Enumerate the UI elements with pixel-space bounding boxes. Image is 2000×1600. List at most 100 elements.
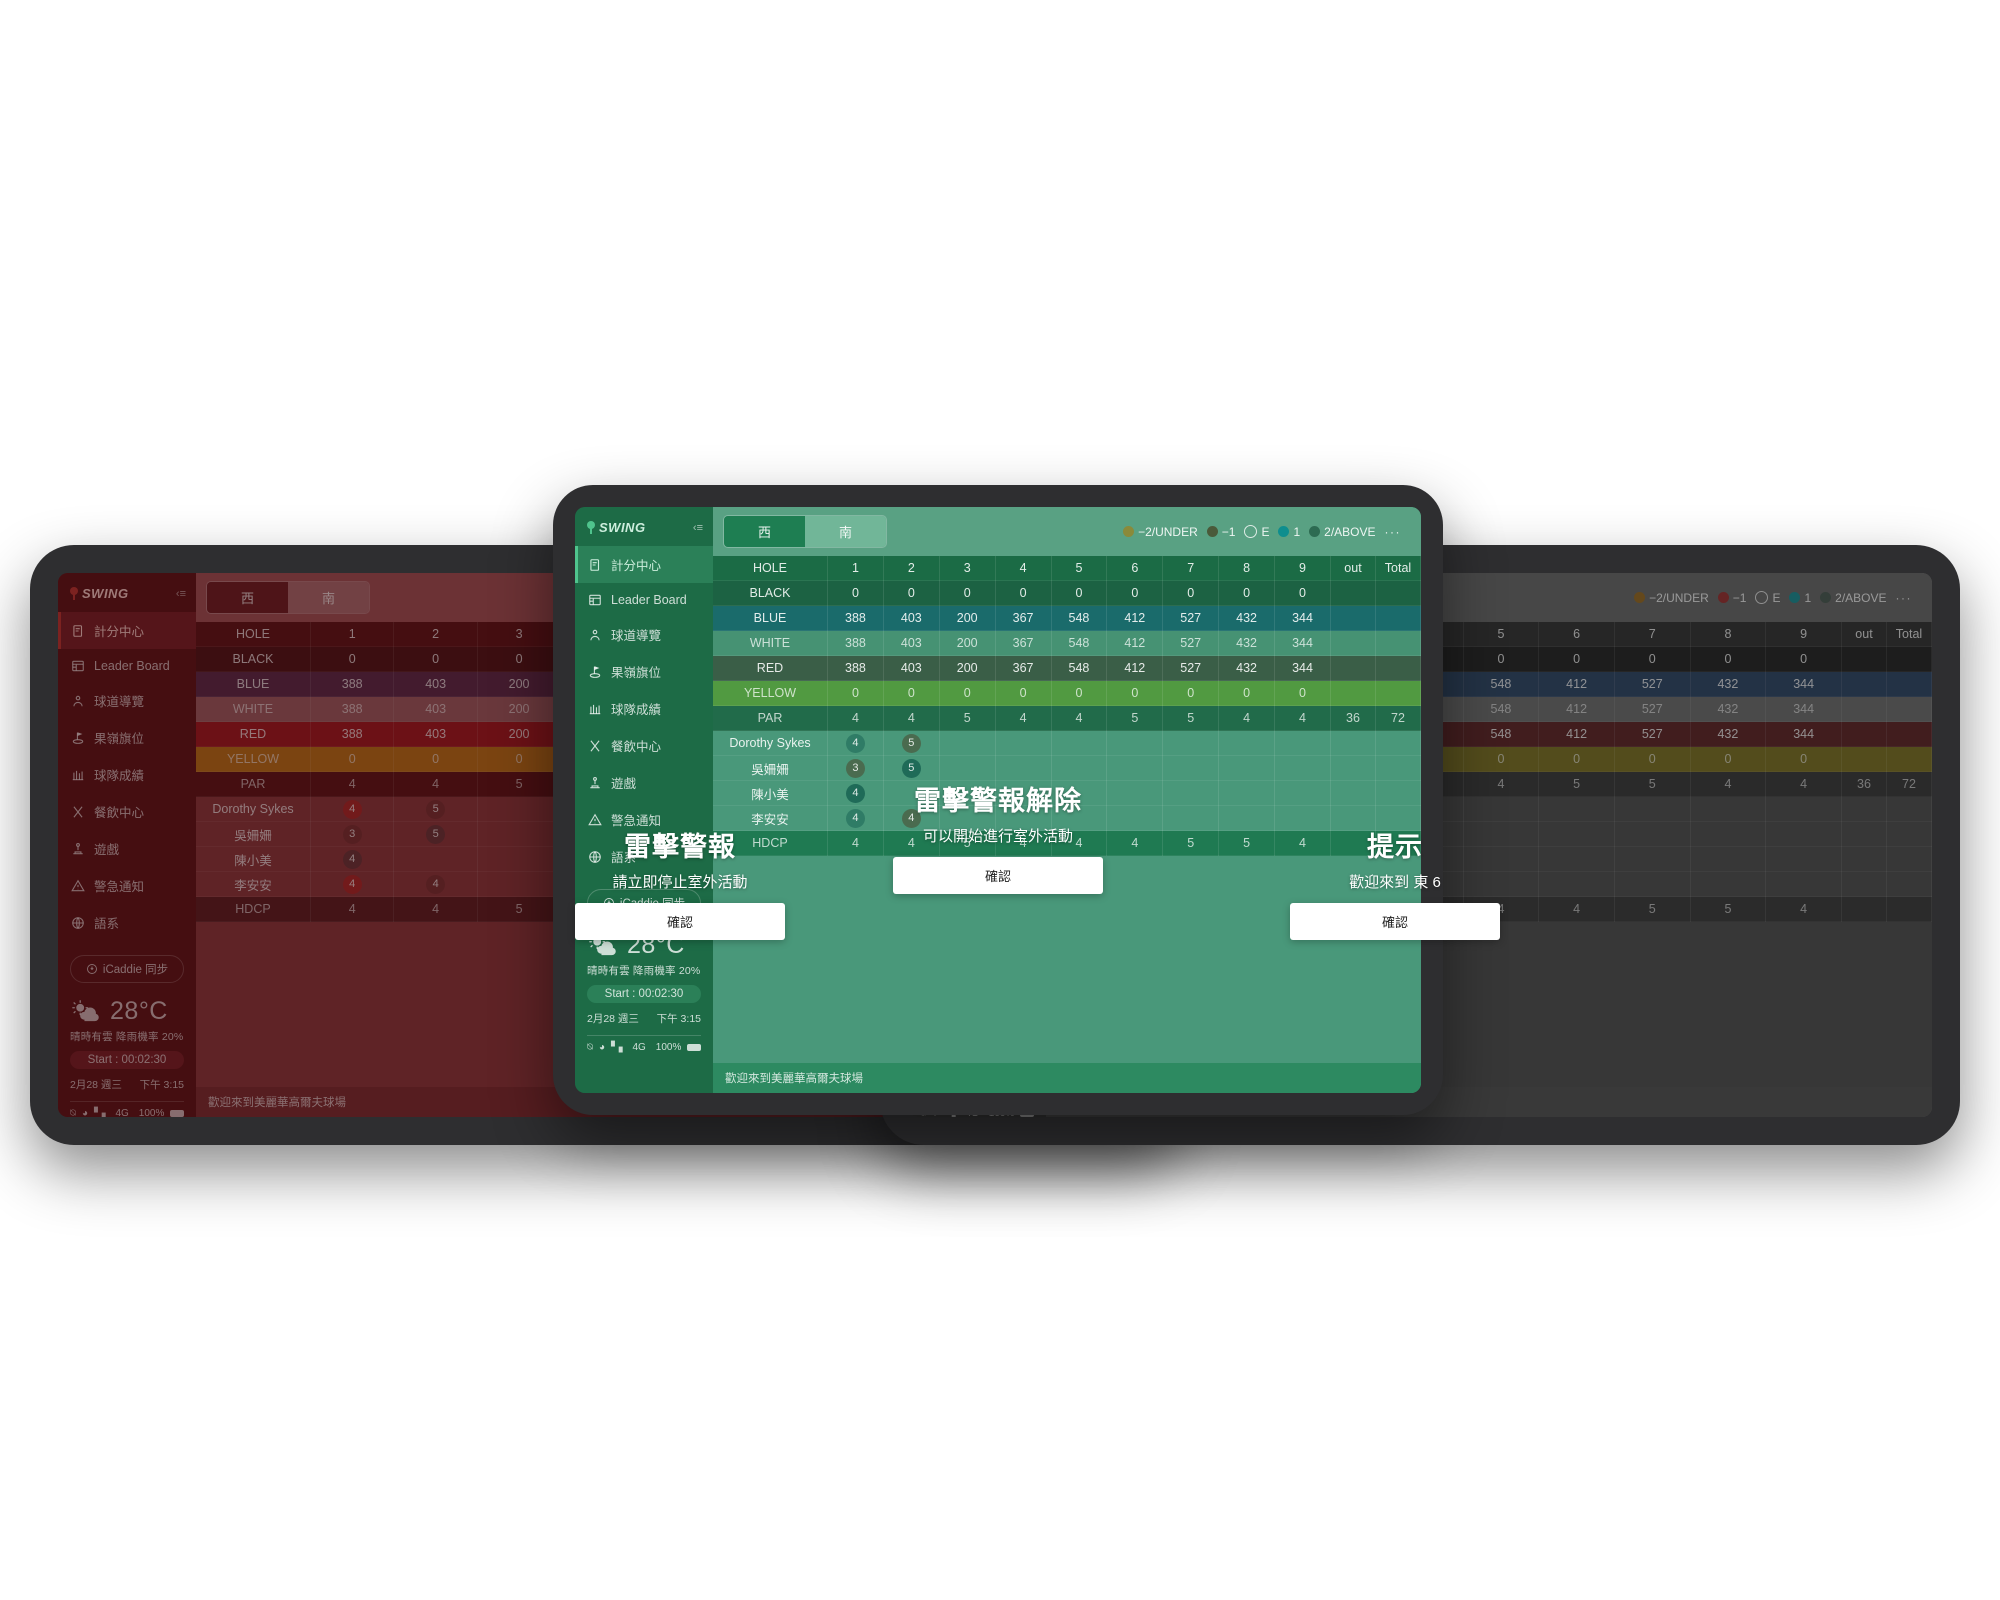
collapse-menu-icon[interactable]: ‹≡ (693, 522, 703, 534)
score-cell[interactable] (939, 755, 996, 781)
team-score-icon (70, 767, 85, 782)
table-row: WHITE388403200367548412527432344 (713, 630, 1421, 656)
compass-icon: ⍉ (70, 1108, 76, 1117)
legend-label: −2/UNDER (1649, 590, 1709, 605)
score-cell[interactable] (1106, 730, 1164, 756)
score-cell[interactable] (477, 796, 562, 822)
value-cell: 403 (883, 655, 940, 681)
value-cell: 200 (939, 605, 996, 631)
value-cell (1841, 671, 1887, 697)
score-cell[interactable] (1375, 730, 1421, 756)
value-cell: 412 (1106, 655, 1164, 681)
score-cell[interactable]: 4 (827, 730, 884, 756)
score-cell[interactable] (1841, 846, 1887, 872)
legend-more-button[interactable]: ··· (1896, 591, 1913, 605)
tab-course-south[interactable]: 南 (288, 582, 370, 613)
score-cell[interactable] (1218, 730, 1275, 756)
score-cell[interactable] (1841, 821, 1887, 847)
modal-title: 雷擊警報解除 (914, 786, 1082, 816)
score-cell[interactable] (1051, 755, 1108, 781)
sidebar-item-alert[interactable]: 警急通知 (58, 867, 196, 904)
score-cell[interactable] (995, 755, 1052, 781)
score-cell[interactable] (1886, 871, 1932, 897)
row-label: PAR (196, 771, 311, 797)
score-cell[interactable] (1690, 796, 1767, 822)
sidebar-left: SWING ‹≡ 計分中心 Leader Board 球道導覽 果嶺旗位 球隊成績 餐飲中心遊… (58, 573, 196, 1117)
value-cell: 548 (1051, 630, 1108, 656)
sidebar-item-team-score[interactable]: 球隊成績 (58, 756, 196, 793)
column-header: 9 (1274, 556, 1331, 581)
score-cell[interactable] (1330, 755, 1376, 781)
sidebar-item-green-pin[interactable]: 果嶺旗位 (575, 653, 713, 690)
tab-course-south[interactable]: 南 (805, 516, 887, 547)
icaddie-sync-button[interactable]: iCaddie 同步 (70, 955, 184, 983)
score-cell[interactable] (1886, 796, 1932, 822)
sidebar-item-leaderboard[interactable]: Leader Board (58, 649, 196, 682)
score-cell[interactable] (1463, 796, 1540, 822)
score-cell[interactable] (1106, 755, 1164, 781)
sidebar-item-dining[interactable]: 餐飲中心 (58, 793, 196, 830)
table-row: PAR4454455443672 (713, 705, 1421, 731)
sidebar-item-label: 計分中心 (94, 625, 145, 639)
sidebar-item-globe[interactable]: 語系 (58, 904, 196, 941)
value-cell: 0 (1274, 680, 1331, 706)
score-cell[interactable] (995, 730, 1052, 756)
sidebar-item-scorecard[interactable]: 計分中心 (575, 546, 713, 583)
sidebar-item-label: 球隊成績 (94, 769, 145, 783)
score-chip: 4 (845, 733, 865, 753)
legend-more-button[interactable]: ··· (1385, 525, 1402, 539)
modal-confirm-button[interactable]: 確認 (893, 857, 1103, 894)
score-cell[interactable] (1765, 796, 1842, 822)
sidebar-item-fairway-guide[interactable]: 球道導覽 (58, 682, 196, 719)
modal-confirm-button[interactable]: 確認 (1290, 903, 1500, 940)
score-cell[interactable]: 3 (827, 755, 884, 781)
score-cell[interactable] (1162, 755, 1220, 781)
score-cell[interactable] (1538, 796, 1615, 822)
value-cell: 548 (1051, 655, 1108, 681)
date-label: 2月28 週三 (587, 1013, 639, 1025)
score-cell[interactable] (1886, 821, 1932, 847)
score-cell[interactable] (1841, 871, 1887, 897)
collapse-menu-icon[interactable]: ‹≡ (176, 588, 186, 600)
value-cell: 0 (1765, 746, 1842, 772)
sidebar-item-dining[interactable]: 餐飲中心 (575, 727, 713, 764)
score-cell[interactable] (1218, 755, 1275, 781)
score-cell[interactable]: 5 (393, 796, 478, 822)
table-row: BLUE388403200367548412527432344 (713, 605, 1421, 631)
column-header: out (1841, 622, 1887, 647)
screen-center: SWING ‹≡ 計分中心 Leader Board 球道導覽 果嶺旗位 球隊成績 餐飲中心遊… (575, 507, 1421, 1093)
legend-entry: −1 (1717, 591, 1746, 605)
tab-course-west[interactable]: 西 (207, 582, 289, 613)
value-cell: 548 (1051, 605, 1108, 631)
value-cell: 5 (1106, 705, 1164, 731)
sidebar-item-scorecard[interactable]: 計分中心 (58, 612, 196, 649)
tablet-center-green: SWING ‹≡ 計分中心 Leader Board 球道導覽 果嶺旗位 球隊成績 餐飲中心遊… (553, 485, 1443, 1115)
sidebar-item-fairway-guide[interactable]: 球道導覽 (575, 616, 713, 653)
score-cell[interactable] (939, 730, 996, 756)
score-cell[interactable] (1274, 755, 1331, 781)
score-cell[interactable] (1330, 730, 1376, 756)
score-cell[interactable] (1051, 730, 1108, 756)
score-cell[interactable]: 4 (310, 796, 395, 822)
value-cell: 72 (1375, 705, 1421, 731)
score-cell[interactable]: 5 (883, 755, 940, 781)
value-cell (1841, 746, 1887, 772)
sidebar-item-green-pin[interactable]: 果嶺旗位 (58, 719, 196, 756)
score-cell[interactable]: 5 (883, 730, 940, 756)
score-cell[interactable] (1274, 730, 1331, 756)
sidebar-item-game[interactable]: 遊戲 (58, 830, 196, 867)
tab-course-west[interactable]: 西 (724, 516, 806, 547)
row-label: BLACK (196, 646, 311, 672)
sidebar-item-team-score[interactable]: 球隊成績 (575, 690, 713, 727)
score-cell[interactable] (1162, 730, 1220, 756)
score-cell[interactable] (1841, 796, 1887, 822)
score-cell[interactable] (1375, 755, 1421, 781)
start-timer: Start : 00:02:30 (587, 985, 701, 1003)
game-icon (70, 841, 85, 856)
sidebar-item-leaderboard[interactable]: Leader Board (575, 583, 713, 616)
screenshot-stage: SWING ‹≡ 計分中心 Leader Board 球道導覽 果嶺旗位 球隊成績 餐飲中心遊… (0, 0, 2000, 1600)
score-cell[interactable] (1886, 846, 1932, 872)
score-cell[interactable] (1614, 796, 1691, 822)
modal-confirm-button[interactable]: 確認 (575, 903, 785, 940)
sidebar-item-label: 餐飲中心 (94, 806, 145, 820)
